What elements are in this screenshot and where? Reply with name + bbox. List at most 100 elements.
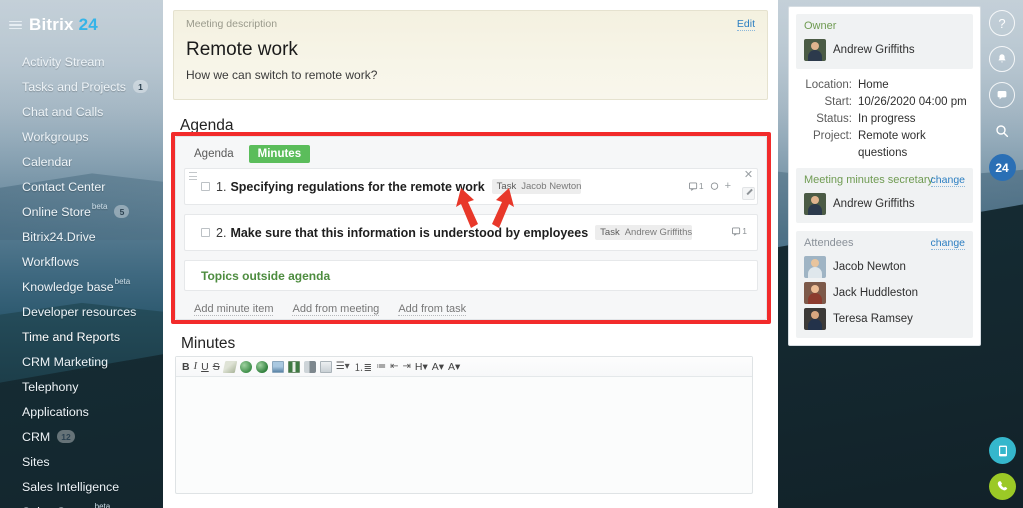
- meeting-info-panel: Owner Andrew Griffiths Location: Home St…: [788, 6, 981, 346]
- close-icon[interactable]: ✕: [743, 170, 754, 181]
- spellcheck-icon[interactable]: [319, 360, 332, 373]
- sidebar-item-online-store[interactable]: Online Store beta 5: [0, 199, 163, 224]
- sidebar-item-bitrix24-drive[interactable]: Bitrix24.Drive: [0, 224, 163, 249]
- comment-count[interactable]: 1: [688, 181, 704, 191]
- sidebar-item-sales-intelligence[interactable]: Sales Intelligence: [0, 474, 163, 499]
- mobile-app-fab[interactable]: [989, 437, 1016, 464]
- insert-video-icon[interactable]: [287, 360, 300, 373]
- ordered-list-icon[interactable]: ⒈≣: [354, 359, 372, 374]
- brand-header[interactable]: Bitrix 24: [0, 0, 163, 35]
- font-color-icon[interactable]: A ▾: [432, 361, 444, 373]
- quote-icon[interactable]: [303, 360, 316, 373]
- detail-value: In progress: [858, 113, 916, 125]
- avatar: [804, 193, 826, 215]
- task-chip[interactable]: Task: [492, 179, 522, 194]
- sidebar-item-workflows[interactable]: Workflows: [0, 249, 163, 274]
- tab-agenda[interactable]: Agenda: [185, 145, 243, 163]
- right-icon-rail: ? 24: [981, 0, 1023, 508]
- heading-icon[interactable]: H ▾: [415, 361, 428, 373]
- hamburger-icon[interactable]: [9, 20, 22, 30]
- change-secretary-link[interactable]: change: [930, 174, 965, 187]
- sidebar-item-label: Tasks and Projects: [22, 79, 126, 94]
- background-color-icon[interactable]: A ▾: [448, 361, 460, 373]
- indent-icon[interactable]: ⇥: [402, 361, 410, 372]
- avatar: [804, 256, 826, 278]
- detail-row-location: Location: Home: [798, 77, 971, 94]
- comment-count[interactable]: 1: [732, 226, 747, 236]
- eraser-icon[interactable]: [222, 360, 237, 373]
- help-icon[interactable]: ?: [989, 10, 1015, 36]
- sidebar-item-sites[interactable]: Sites: [0, 449, 163, 474]
- floating-action-buttons: [989, 437, 1016, 500]
- change-attendees-link[interactable]: change: [930, 237, 965, 250]
- agenda-item-row[interactable]: 2. Make sure that this information is un…: [184, 214, 758, 251]
- task-chip[interactable]: Task: [595, 225, 625, 240]
- agenda-item-checkbox[interactable]: [201, 182, 210, 191]
- sidebar-item-label: Time and Reports: [22, 329, 121, 344]
- sidebar-item-label: CRM Marketing: [22, 354, 109, 369]
- insert-image-icon[interactable]: [271, 360, 284, 373]
- minutes-editor-body[interactable]: [176, 377, 752, 492]
- align-icon[interactable]: ☰▾: [336, 361, 350, 372]
- assignee-chip[interactable]: Andrew Griffiths: [625, 225, 692, 240]
- call-fab[interactable]: [989, 473, 1016, 500]
- add-from-meeting-link[interactable]: Add from meeting: [292, 303, 380, 316]
- link-icon[interactable]: [239, 360, 252, 373]
- outdent-icon[interactable]: ⇤: [390, 361, 398, 372]
- left-sidebar: Bitrix 24 Activity Stream Tasks and Proje…: [0, 0, 163, 508]
- detail-row-start: Start: 10/26/2020 04:00 pm: [798, 94, 971, 111]
- sidebar-item-tasks-and-projects[interactable]: Tasks and Projects 1: [0, 74, 163, 99]
- drag-handle-icon[interactable]: [189, 172, 197, 181]
- bell-icon[interactable]: [989, 46, 1015, 72]
- main-content: Meeting description Edit Remote work How…: [163, 0, 778, 508]
- tab-minutes[interactable]: Minutes: [248, 145, 311, 163]
- add-minute-item-link[interactable]: Add minute item: [194, 303, 274, 316]
- search-icon[interactable]: [989, 118, 1015, 144]
- agenda-item-counters: 1 +: [688, 180, 731, 192]
- edit-description-link[interactable]: Edit: [736, 18, 755, 31]
- sidebar-item-applications[interactable]: Applications: [0, 399, 163, 424]
- sidebar-item-calendar[interactable]: Calendar: [0, 149, 163, 174]
- italic-icon[interactable]: I: [194, 361, 198, 372]
- underline-icon[interactable]: U: [201, 361, 209, 373]
- detail-value: Remote work questions: [858, 130, 926, 159]
- topics-outside-agenda-row[interactable]: Topics outside agenda: [184, 260, 758, 291]
- sidebar-item-chat-and-calls[interactable]: Chat and Calls: [0, 99, 163, 124]
- sidebar-item-crm-marketing[interactable]: CRM Marketing: [0, 349, 163, 374]
- unordered-list-icon[interactable]: ≔: [376, 361, 386, 372]
- meeting-title: Remote work: [186, 39, 298, 60]
- sidebar-item-label: Chat and Calls: [22, 104, 104, 119]
- strikethrough-icon[interactable]: S: [213, 361, 220, 373]
- add-icon[interactable]: +: [725, 180, 731, 192]
- sidebar-item-telephony[interactable]: Telephony: [0, 374, 163, 399]
- agenda-panel: Agenda Minutes 1. Specifying regulations…: [175, 136, 767, 320]
- sidebar-item-label: Bitrix24.Drive: [22, 229, 96, 244]
- meeting-details: Location: Home Start: 10/26/2020 04:00 p…: [796, 69, 973, 168]
- agenda-item-checkbox[interactable]: [201, 228, 210, 237]
- sidebar-item-crm[interactable]: CRM 12: [0, 424, 163, 449]
- assignee-chip[interactable]: Jacob Newton: [521, 179, 581, 194]
- agenda-item-title: Specifying regulations for the remote wo…: [230, 179, 485, 194]
- secretary-heading-label: Meeting minutes secretary: [804, 174, 933, 186]
- sidebar-item-label: Calendar: [22, 154, 73, 169]
- attendees-heading-label: Attendees: [804, 237, 854, 249]
- sidebar-item-workgroups[interactable]: Workgroups: [0, 124, 163, 149]
- notification-badge[interactable]: 24: [988, 154, 1016, 181]
- meeting-description-caption: Meeting description: [186, 18, 278, 30]
- agenda-item-number: 2.: [216, 225, 227, 240]
- agenda-item-row[interactable]: 1. Specifying regulations for the remote…: [184, 168, 758, 205]
- chat-icon[interactable]: [989, 82, 1015, 108]
- sidebar-item-activity-stream[interactable]: Activity Stream: [0, 49, 163, 74]
- sidebar-item-contact-center[interactable]: Contact Center: [0, 174, 163, 199]
- unlink-icon[interactable]: [255, 360, 268, 373]
- edit-pencil-icon[interactable]: [742, 187, 755, 200]
- sidebar-item-sales-center[interactable]: Sales Centerbeta: [0, 499, 163, 508]
- agenda-add-links: Add minute item Add from meeting Add fro…: [176, 291, 766, 316]
- bold-icon[interactable]: B: [182, 361, 190, 373]
- sidebar-item-developer-resources[interactable]: Developer resources: [0, 299, 163, 324]
- sidebar-item-knowledge-base[interactable]: Knowledge base beta: [0, 274, 163, 299]
- add-from-task-link[interactable]: Add from task: [398, 303, 467, 316]
- like-count[interactable]: [710, 181, 719, 191]
- detail-value: Home: [858, 79, 889, 91]
- sidebar-item-time-and-reports[interactable]: Time and Reports: [0, 324, 163, 349]
